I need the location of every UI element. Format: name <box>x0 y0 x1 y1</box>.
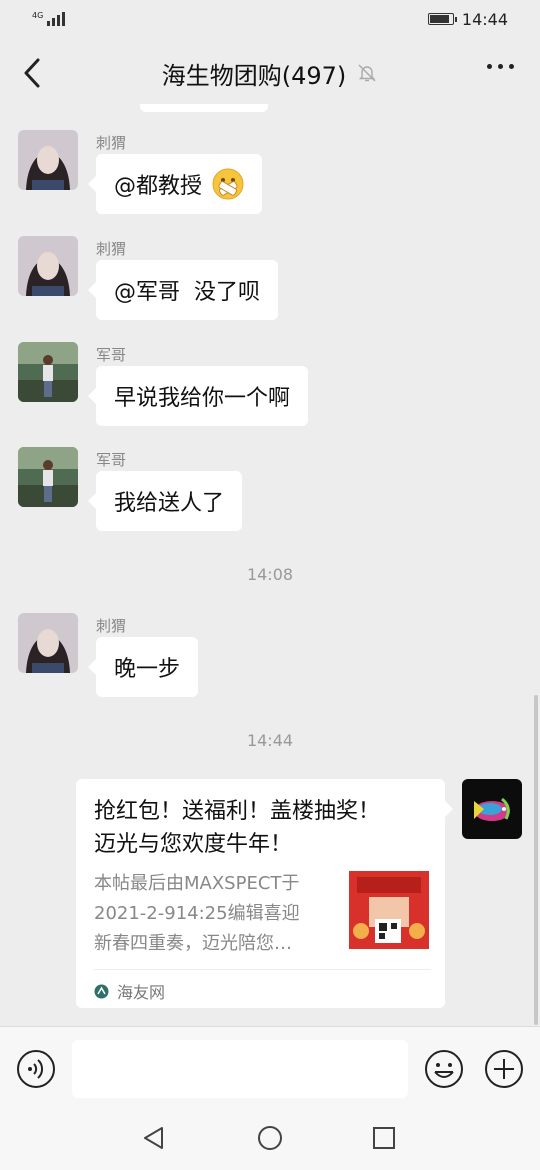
message-row: 军哥 早说我给你一个啊 <box>18 342 309 426</box>
time-separator: 14:08 <box>246 565 294 584</box>
message-bubble[interactable]: 早说我给你一个啊 <box>87 366 309 426</box>
avatar-ciwei[interactable] <box>18 236 78 296</box>
plus-icon[interactable] <box>484 1049 524 1089</box>
emoji-icon[interactable] <box>424 1049 464 1089</box>
card-desc-line: 本帖最后由MAXSPECT于 <box>94 873 300 894</box>
link-card-message[interactable]: 抢红包！送福利！盖楼抽奖！ 迈光与您欢度牛年！ 本帖最后由MAXSPECT于 2… <box>76 779 453 1008</box>
sender-name: 军哥 <box>96 346 127 364</box>
bell-off-icon <box>358 64 376 82</box>
card-title-line: 迈光与您欢度牛年！ <box>94 832 293 857</box>
network-type: 4G <box>32 11 44 20</box>
avatar-junge[interactable] <box>18 342 78 402</box>
previous-message-bubble <box>140 104 268 112</box>
message-bubble[interactable]: @都教授 <box>87 154 263 214</box>
message-text: @军哥 没了呗 <box>114 280 260 305</box>
sender-name: 刺猬 <box>96 240 127 258</box>
message-row: 刺猬 @都教授 <box>18 130 263 214</box>
chevron-left-icon[interactable] <box>18 56 48 90</box>
card-divider <box>94 969 431 970</box>
message-row: 刺猬 晚一步 <box>18 613 199 697</box>
input-bar <box>0 1026 540 1108</box>
avatar-junge[interactable] <box>18 447 78 507</box>
message-input[interactable] <box>72 1040 408 1098</box>
card-source-name: 海友网 <box>117 983 166 1002</box>
square-recent-icon[interactable] <box>370 1124 398 1152</box>
message-row: 刺猬 @军哥 没了呗 <box>18 236 278 320</box>
chat-header: 海生物团购(497) <box>0 38 540 108</box>
sender-name: 军哥 <box>96 451 127 469</box>
message-bubble[interactable]: @军哥 没了呗 <box>88 260 278 320</box>
system-nav-bar <box>0 1108 540 1170</box>
battery-icon <box>427 13 457 25</box>
card-desc-line: 新春四重奏，迈光陪您… <box>94 933 292 954</box>
triangle-back-icon[interactable] <box>140 1124 168 1152</box>
status-bar: 4G 14:44 <box>0 0 540 38</box>
message-bubble[interactable]: 晚一步 <box>87 637 199 697</box>
card-title: 抢红包！送福利！盖楼抽奖！ 迈光与您欢度牛年！ <box>94 795 429 861</box>
source-logo-icon <box>94 984 109 998</box>
avatar-ciwei[interactable] <box>18 130 78 190</box>
zipped-mouth-emoji-icon <box>212 168 244 200</box>
avatar-self[interactable] <box>462 779 522 839</box>
message-row: 军哥 我给送人了 <box>18 447 243 531</box>
sender-name: 刺猬 <box>96 134 127 152</box>
message-text: @都教授 <box>114 174 203 199</box>
scrollbar[interactable] <box>534 695 538 1025</box>
card-title-line: 抢红包！送福利！盖楼抽奖！ <box>94 799 381 824</box>
message-text: 早说我给你一个啊 <box>114 386 291 411</box>
sender-name: 刺猬 <box>96 617 127 635</box>
circle-home-icon[interactable] <box>256 1124 284 1152</box>
avatar-ciwei[interactable] <box>18 613 78 673</box>
signal-icon: 4G <box>32 11 66 26</box>
card-thumbnail <box>349 871 429 949</box>
card-desc-line: 2021-2-914:25编辑喜迎 <box>94 903 300 924</box>
message-bubble[interactable]: 我给送人了 <box>87 471 243 531</box>
more-dots-icon[interactable] <box>487 64 514 69</box>
status-time: 14:44 <box>461 9 508 29</box>
message-text: 晚一步 <box>114 657 181 682</box>
card-source: 海友网 <box>94 979 165 1003</box>
time-separator: 14:44 <box>246 731 294 750</box>
chat-title: 海生物团购(497) <box>161 61 347 90</box>
card-description: 本帖最后由MAXSPECT于 2021-2-914:25编辑喜迎 新春四重奏，迈… <box>94 869 334 959</box>
voice-icon[interactable] <box>16 1049 56 1089</box>
message-text: 我给送人了 <box>114 491 225 516</box>
